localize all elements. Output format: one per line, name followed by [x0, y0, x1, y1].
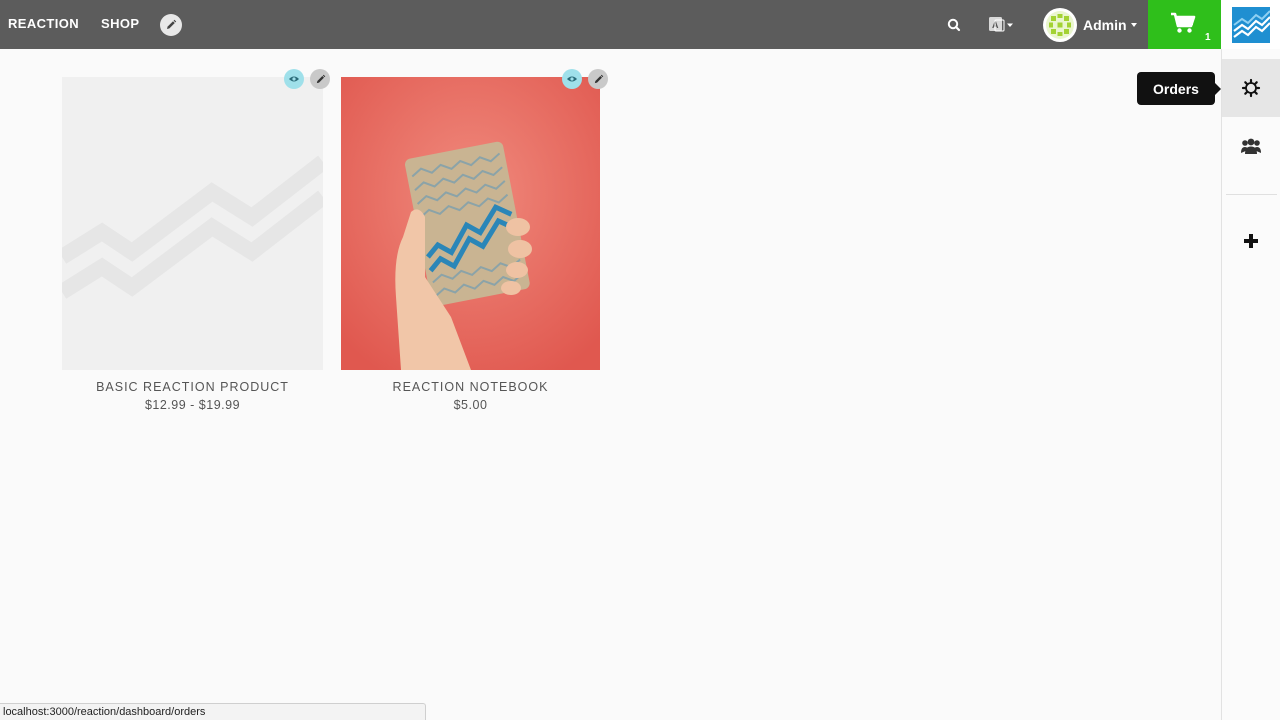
orders-tooltip: Orders — [1137, 72, 1221, 105]
eye-icon — [289, 76, 299, 82]
eye-icon — [567, 76, 577, 82]
reaction-logo[interactable] — [1221, 0, 1280, 49]
accounts-button[interactable] — [1222, 117, 1280, 175]
user-avatar-icon — [1046, 11, 1074, 39]
admin-sidebar — [1221, 49, 1280, 720]
avatar — [1043, 8, 1077, 42]
search-button[interactable] — [944, 15, 964, 35]
product-price: $12.99 - $19.99 — [144, 398, 241, 412]
product-title[interactable]: REACTION NOTEBOOK — [341, 380, 600, 394]
gear-icon — [1241, 78, 1261, 98]
edit-product-button[interactable] — [310, 69, 330, 89]
reaction-logo-icon — [1231, 6, 1270, 43]
product-title[interactable]: BASIC REACTION PRODUCT — [62, 380, 323, 394]
cart-button[interactable]: 1 — [1148, 0, 1221, 49]
edit-product-button[interactable] — [588, 69, 608, 89]
brand-link[interactable]: REACTION — [8, 16, 79, 31]
panel-divider — [1226, 194, 1277, 195]
translate-icon: A — [989, 17, 1013, 32]
visibility-toggle-button[interactable] — [284, 69, 304, 89]
product-price: $5.00 — [453, 398, 488, 412]
pencil-icon — [316, 74, 325, 83]
add-button[interactable] — [1222, 212, 1280, 270]
product-image[interactable] — [62, 77, 323, 370]
top-navbar: REACTION SHOP A Admin 1 — [0, 0, 1280, 49]
cart-count-badge: 1 — [1205, 32, 1211, 43]
shop-link[interactable]: SHOP — [101, 16, 139, 31]
pencil-icon — [594, 74, 603, 83]
account-name: Admin — [1083, 17, 1127, 33]
language-selector[interactable]: A — [987, 14, 1015, 36]
pencil-icon — [167, 19, 177, 29]
visibility-toggle-button[interactable] — [562, 69, 582, 89]
caret-down-icon — [1130, 23, 1137, 27]
shopping-cart-icon — [1171, 12, 1196, 33]
notebook-photo — [341, 77, 600, 370]
account-dropdown[interactable]: Admin — [1043, 8, 1137, 42]
search-icon — [947, 18, 961, 32]
browser-status-bar: localhost:3000/reaction/dashboard/orders — [0, 703, 426, 720]
plus-icon — [1244, 234, 1258, 248]
edit-mode-toggle[interactable] — [160, 14, 182, 36]
product-image[interactable] — [341, 77, 600, 370]
users-icon — [1241, 138, 1261, 154]
placeholder-image — [62, 77, 323, 370]
orders-button[interactable] — [1222, 59, 1280, 117]
